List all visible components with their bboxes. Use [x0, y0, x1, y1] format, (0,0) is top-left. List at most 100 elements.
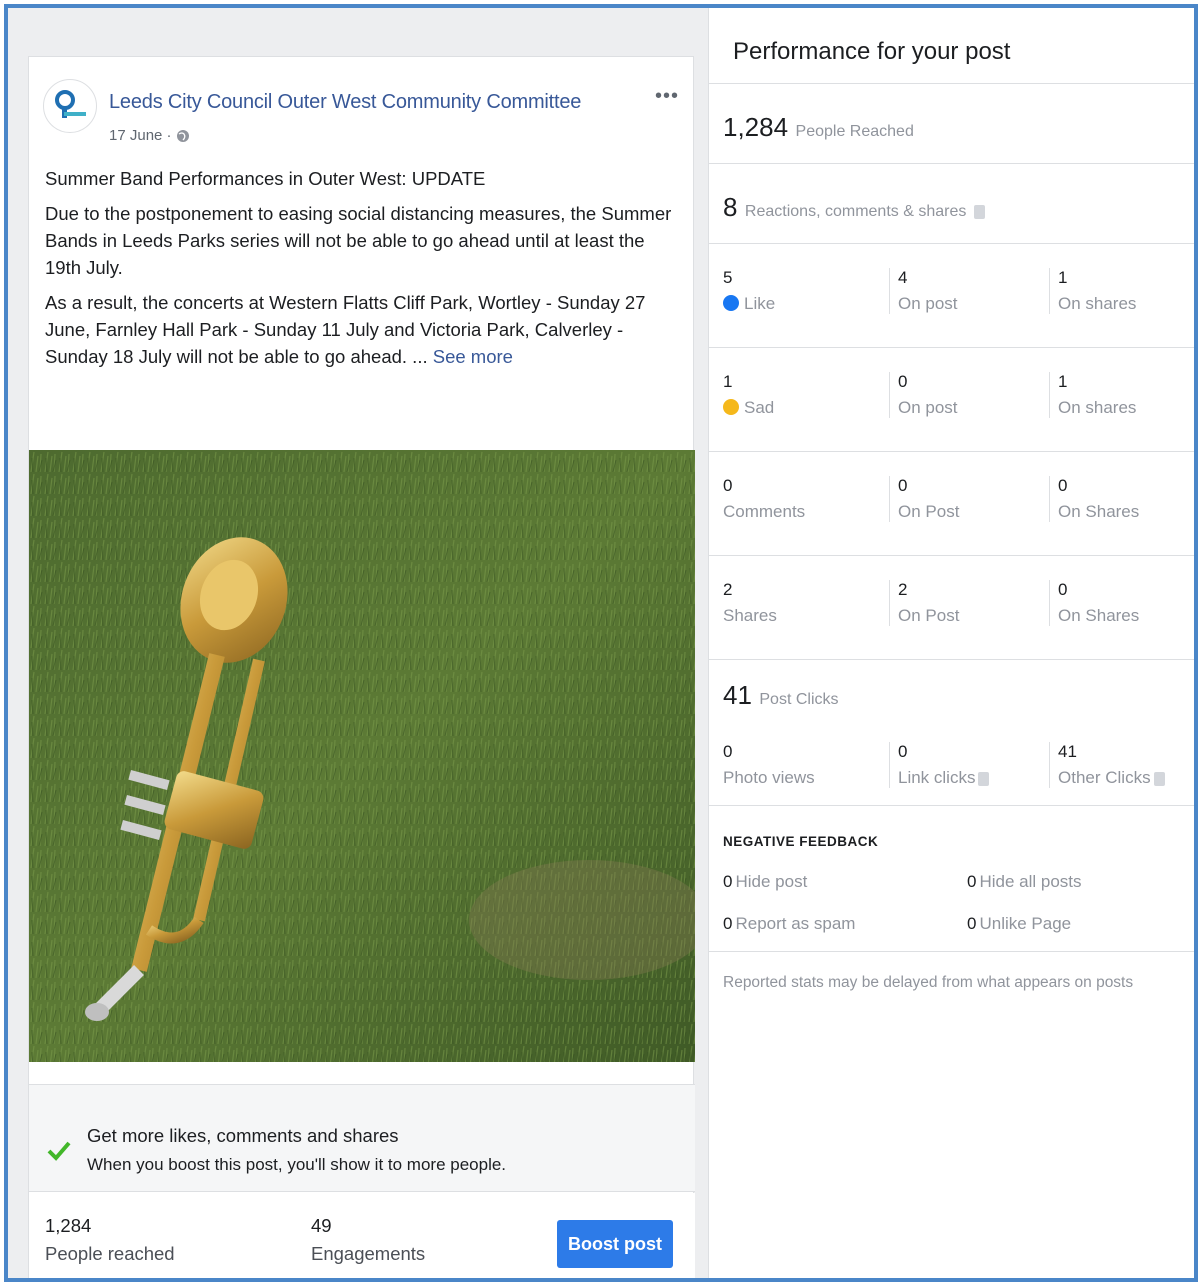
stat-reached-label: People reached [45, 1243, 175, 1264]
check-icon [47, 1141, 71, 1161]
sad-label-text: Sad [744, 398, 775, 417]
other-clicks-value: 41 [1058, 742, 1077, 761]
boost-tip-subtitle: When you boost this post, you'll show it… [87, 1155, 507, 1174]
report-spam-value: 0 [723, 914, 733, 933]
likes-on-post-cell: 4 On post [889, 268, 958, 314]
info-icon[interactable] [973, 204, 985, 219]
people-reached-row: 1,284 People Reached [709, 84, 1194, 164]
comments-value: 0 [723, 476, 733, 495]
hide-post-label: Hide post [735, 872, 808, 891]
screenshot-frame: Leeds City Council Outer West Community … [4, 4, 1198, 1282]
sad-on-post-label: On post [898, 398, 958, 417]
page-name-link[interactable]: Leeds City Council Outer West Community … [109, 91, 581, 114]
photo-views-label: Photo views [723, 768, 815, 787]
post-stats-bar: 1,284 People reached 49 Engagements Boos… [29, 1193, 695, 1278]
sad-label: Sad [723, 398, 774, 418]
info-icon[interactable] [978, 771, 990, 786]
sad-on-post-cell: 0 On post [889, 372, 958, 418]
post-clicks-value: 41 [723, 680, 752, 710]
unlike-page-stat: 0 Unlike Page [967, 914, 1071, 934]
sad-on-shares-value: 1 [1058, 372, 1068, 391]
report-spam-label: Report as spam [735, 914, 856, 933]
page-logo-icon [55, 90, 86, 118]
shares-value: 2 [723, 580, 733, 599]
post-meta: 17 June · [109, 127, 190, 144]
post-paragraph-1: Due to the postponement to easing social… [45, 203, 672, 278]
comments-on-shares-value: 0 [1058, 476, 1068, 495]
negative-feedback-title: NEGATIVE FEEDBACK [723, 834, 879, 849]
sad-on-post-value: 0 [898, 372, 908, 391]
link-clicks-cell: 0 Link clicks [889, 742, 990, 788]
boost-tip-title: Get more likes, comments and shares [87, 1125, 399, 1146]
hide-all-value: 0 [967, 872, 977, 891]
post-title-line: Summer Band Performances in Outer West: … [45, 168, 486, 189]
post-clicks-block: 41 Post Clicks 0 Photo views 0 Link clic… [709, 660, 1194, 806]
comments-on-post-label: On Post [898, 502, 960, 521]
see-more-link[interactable]: See more [433, 346, 513, 367]
post-date[interactable]: 17 June · [109, 127, 172, 144]
post-clicks-label: Post Clicks [759, 691, 839, 708]
link-clicks-value: 0 [898, 742, 908, 761]
shares-on-shares-cell: 0 On Shares [1049, 580, 1139, 626]
reactions-label: Reactions, comments & shares [744, 203, 967, 220]
link-clicks-label-text: Link clicks [898, 768, 976, 787]
post-paragraph-2-text: As a result, the concerts at Western Fla… [45, 292, 646, 367]
shares-label: Shares [723, 606, 777, 625]
reactions-value: 8 [723, 192, 738, 222]
comments-on-post-cell: 0 On Post [889, 476, 959, 522]
unlike-page-label: Unlike Page [979, 914, 1072, 933]
post-text: Summer Band Performances in Outer West: … [29, 165, 693, 370]
reactions-row: 8 Reactions, comments & shares [709, 164, 1194, 244]
stat-engagements: 49 Engagements [311, 1215, 425, 1265]
other-clicks-cell: 41 Other Clicks [1049, 742, 1165, 788]
post-clicks-header: 41 Post Clicks [723, 680, 839, 711]
other-clicks-label: Other Clicks [1058, 768, 1165, 788]
photo-views-value: 0 [723, 742, 733, 761]
link-clicks-label: Link clicks [898, 768, 990, 788]
hide-all-posts-stat: 0 Hide all posts [967, 872, 1082, 892]
shares-on-shares-label: On Shares [1058, 606, 1140, 625]
performance-panel: Performance for your post 1,284 People R… [708, 8, 1194, 1278]
post-card: Leeds City Council Outer West Community … [28, 56, 695, 1278]
likes-cell: 5 Like [723, 268, 775, 314]
shares-row: 2 Shares 2 On Post 0 On Shares [709, 556, 1194, 660]
more-options-icon[interactable]: ••• [655, 85, 679, 108]
hide-post-value: 0 [723, 872, 733, 891]
stats-disclaimer: Reported stats may be delayed from what … [723, 974, 1134, 991]
page-avatar[interactable] [43, 79, 97, 133]
likes-on-shares-value: 1 [1058, 268, 1068, 287]
photo-views-cell: 0 Photo views [723, 742, 815, 788]
likes-label-text: Like [744, 294, 776, 313]
info-icon[interactable] [1153, 771, 1165, 786]
shares-cell: 2 Shares [723, 580, 777, 626]
sad-row: 1 Sad 0 On post 1 On shares [709, 348, 1194, 452]
stat-engagements-label: Engagements [311, 1243, 426, 1264]
sad-reaction-icon [723, 399, 739, 415]
comments-on-shares-cell: 0 On Shares [1049, 476, 1139, 522]
comments-on-post-value: 0 [898, 476, 908, 495]
shares-on-shares-value: 0 [1058, 580, 1068, 599]
shares-on-post-value: 2 [898, 580, 908, 599]
likes-on-shares-label: On shares [1058, 294, 1137, 313]
boost-post-button[interactable]: Boost post [557, 1220, 673, 1268]
likes-on-shares-cell: 1 On shares [1049, 268, 1136, 314]
people-reached-label: People Reached [795, 123, 914, 140]
post-header: Leeds City Council Outer West Community … [29, 57, 693, 165]
shares-on-post-cell: 2 On Post [889, 580, 959, 626]
sad-cell: 1 Sad [723, 372, 774, 418]
shares-on-post-label: On Post [898, 606, 960, 625]
report-spam-stat: 0 Report as spam [723, 914, 855, 934]
likes-label: Like [723, 294, 775, 314]
sad-value: 1 [723, 372, 733, 391]
people-reached-value: 1,284 [723, 112, 789, 142]
stat-engagements-value: 49 [311, 1215, 332, 1236]
sad-on-shares-label: On shares [1058, 398, 1137, 417]
stat-reached-value: 1,284 [45, 1215, 92, 1236]
likes-on-post-value: 4 [898, 268, 908, 287]
likes-value: 5 [723, 268, 733, 287]
hide-all-label: Hide all posts [979, 872, 1082, 891]
other-clicks-label-text: Other Clicks [1058, 768, 1151, 787]
post-image-trumpet-on-grass[interactable] [29, 450, 695, 1062]
comments-cell: 0 Comments [723, 476, 805, 522]
hide-post-stat: 0 Hide post [723, 872, 807, 892]
